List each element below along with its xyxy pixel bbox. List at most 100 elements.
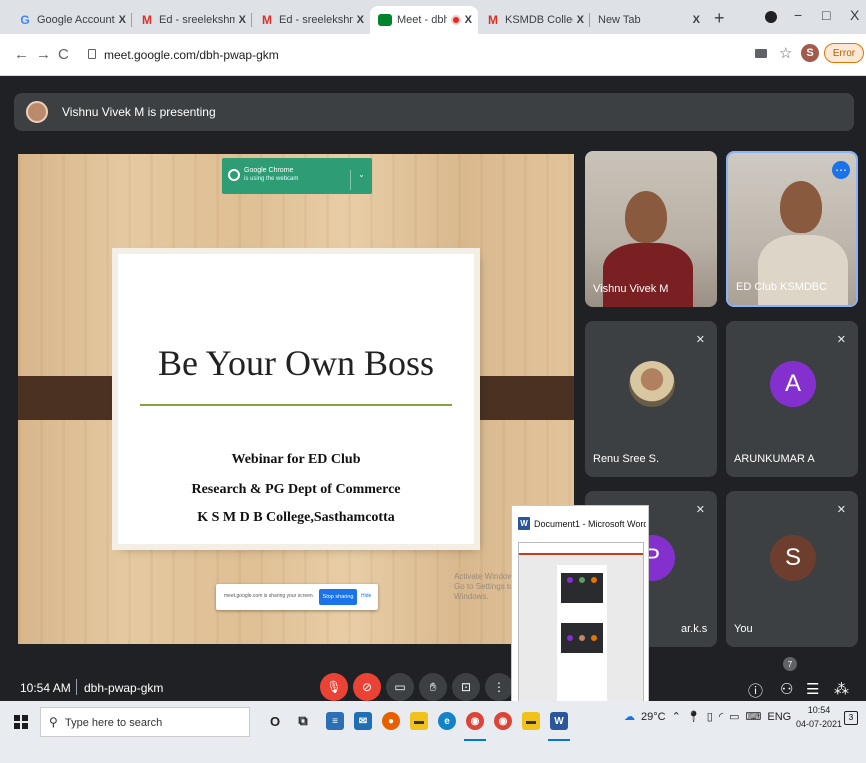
error-button[interactable]: Error (824, 43, 864, 63)
mail-icon[interactable]: ✉ (354, 712, 372, 730)
tab-gmail-2[interactable]: M Ed - sreelekshmyhg@ X (252, 6, 370, 34)
temperature[interactable]: 29°C (641, 711, 666, 723)
participant-tile-vishnu[interactable]: Vishnu Vivek M (585, 151, 717, 307)
tab-close-icon[interactable]: X (693, 14, 700, 26)
chat-icon[interactable]: ☰ (806, 680, 819, 698)
notifications-icon[interactable]: 3 (844, 711, 858, 725)
participant-tile-you[interactable]: ✕ S You (726, 491, 858, 647)
tab-close-icon[interactable]: X (119, 14, 126, 26)
keyboard-icon[interactable]: ⌨ (746, 710, 762, 723)
minimize-button[interactable]: − (794, 7, 802, 23)
meet-now-icon[interactable]: ▭ (729, 710, 739, 723)
tab-google-account[interactable]: G Google Account X (10, 6, 132, 34)
mini-avatar (579, 577, 585, 583)
tab-close-icon[interactable]: X (357, 14, 364, 26)
word-icon[interactable]: W (550, 712, 568, 730)
participant-tile-arunkumar[interactable]: ✕ A ARUNKUMAR A (726, 321, 858, 477)
maximize-button[interactable]: □ (822, 7, 830, 23)
lock-icon[interactable] (88, 49, 96, 59)
language[interactable]: ENG (767, 711, 791, 723)
present-button[interactable]: ⊡ (452, 673, 480, 701)
new-tab-button[interactable]: + (714, 8, 725, 29)
folder-icon[interactable]: ▬ (522, 712, 540, 730)
folder-icon[interactable]: ▬ (410, 712, 428, 730)
browser-toolbar: ← → C meet.google.com/dbh-pwap-gkm ☆ S E… (0, 34, 866, 76)
url-text[interactable]: meet.google.com/dbh-pwap-gkm (104, 48, 279, 62)
tab-title: KSMDB College, Sasth (505, 14, 573, 26)
clock-time[interactable]: 10:54 (804, 705, 834, 715)
firefox-icon[interactable]: ● (382, 712, 400, 730)
back-arrow-icon[interactable]: ← (14, 46, 29, 63)
pasted-screenshot (561, 573, 603, 603)
taskbar-search[interactable]: ⚲ Type here to search (40, 707, 250, 737)
activities-icon[interactable]: ⁂ (834, 680, 849, 698)
search-placeholder[interactable]: Type here to search (65, 717, 162, 729)
camera-off-button[interactable]: ⊘ (353, 673, 381, 701)
camera-icon[interactable] (755, 49, 767, 58)
battery-icon[interactable]: ▯ (707, 710, 713, 723)
mic-off-icon: ✕ (836, 334, 846, 346)
meet-window: Vishnu Vivek M is presenting Google Chro… (0, 77, 866, 701)
tab-gmail-1[interactable]: M Ed - sreelekshmyhg@ X (132, 6, 252, 34)
participant-tile-renu[interactable]: ✕ Renu Sree S. (585, 321, 717, 477)
chevron-up-icon[interactable]: ⌃ (672, 710, 681, 723)
participant-name: ED Club KSMDBC (736, 281, 828, 293)
hide-link[interactable]: Hide (361, 593, 371, 599)
tab-title: Google Account (37, 14, 115, 26)
window-close-button[interactable]: X (850, 7, 859, 23)
share-text: meet.google.com is sharing your screen. (224, 593, 315, 599)
mic-off-button[interactable]: 🎙︎ (320, 673, 348, 701)
tab-ksmdb[interactable]: M KSMDB College, Sasth X (478, 6, 590, 34)
shared-screen[interactable]: Google Chrome is using the webcam ⌄ Be Y… (18, 154, 574, 644)
participant-tile-edclub[interactable]: ⋯ ED Club KSMDBC (726, 151, 858, 307)
location-icon[interactable]: 📍︎ (687, 710, 701, 723)
gmail-icon: M (262, 13, 272, 27)
word-page (557, 565, 607, 705)
cortana-icon[interactable]: O (266, 712, 284, 730)
windows-start-icon[interactable] (14, 715, 28, 729)
gmail-icon: M (142, 13, 152, 27)
forward-arrow-icon[interactable]: → (36, 46, 51, 63)
active-indicator (548, 739, 570, 741)
webcam-notification[interactable]: Google Chrome is using the webcam ⌄ (222, 158, 372, 194)
tab-close-icon[interactable]: X (577, 14, 584, 26)
wifi-icon[interactable]: ◜ (719, 710, 723, 723)
profile-icon[interactable] (765, 11, 777, 23)
hand-icon: ✋︎ (429, 679, 437, 694)
mini-avatar (567, 635, 573, 641)
presenting-banner: Vishnu Vivek M is presenting (14, 93, 854, 131)
profile-avatar[interactable]: S (801, 44, 819, 62)
mic-off-icon: ✕ (695, 504, 705, 516)
people-icon[interactable]: ⚇ (780, 680, 793, 698)
tab-meet[interactable]: Meet - dbh-pwap- X (370, 6, 478, 34)
slide-line-3: K S M D B College,Sasthamcotta (197, 510, 395, 525)
address-bar[interactable]: meet.google.com/dbh-pwap-gkm (78, 40, 738, 70)
tab-close-icon[interactable]: X (465, 14, 472, 26)
word-window-preview[interactable]: W Document1 - Microsoft Word (... (511, 505, 649, 720)
tab-new-tab[interactable]: New Tab X (590, 6, 706, 34)
word-icon: W (518, 517, 530, 530)
clock-date[interactable]: 04-07-2021 (796, 719, 842, 729)
chevron-down-icon[interactable]: ⌄ (350, 170, 372, 190)
reload-icon[interactable]: C (58, 46, 69, 63)
info-icon[interactable]: ⓘ (748, 680, 763, 701)
chrome-icon[interactable]: ◉ (466, 712, 484, 730)
weather-icon[interactable]: ☁ (624, 710, 635, 723)
chrome-icon[interactable]: ◉ (494, 712, 512, 730)
divider (76, 679, 77, 695)
file-explorer-icon[interactable]: ≡ (326, 712, 344, 730)
task-view-icon[interactable]: ⧉ (294, 712, 312, 730)
tab-close-icon[interactable]: X (239, 14, 246, 26)
more-options-button[interactable]: ⋮ (485, 673, 513, 701)
captions-button[interactable]: ▭ (386, 673, 414, 701)
mini-avatar (591, 635, 597, 641)
edge-icon[interactable]: e (438, 712, 456, 730)
stop-sharing-button[interactable]: Stop sharing (319, 589, 357, 605)
bookmark-star-icon[interactable]: ☆ (779, 44, 792, 62)
word-thumbnail (518, 542, 644, 714)
mic-off-icon: 🎙︎ (326, 680, 342, 694)
screen-share-bar: meet.google.com is sharing your screen. … (216, 584, 378, 610)
more-options-icon[interactable]: ⋯ (832, 161, 850, 179)
raise-hand-button[interactable]: ✋︎ (419, 673, 447, 701)
meeting-code: dbh-pwap-gkm (84, 681, 164, 695)
